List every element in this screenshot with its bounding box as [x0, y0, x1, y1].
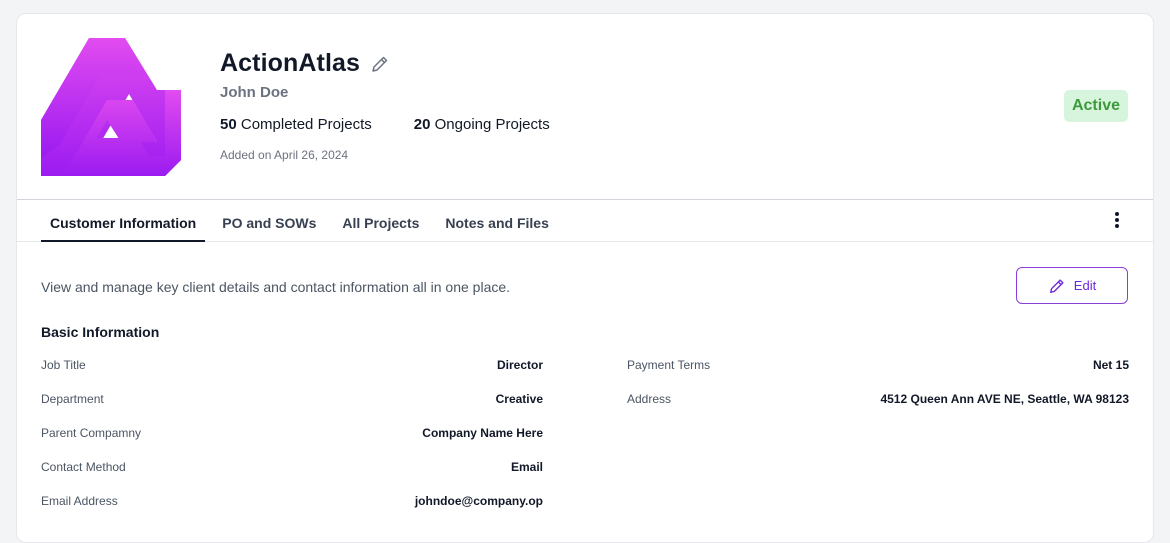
added-on-date: Added on April 26, 2024: [220, 148, 349, 162]
section-title: Basic Information: [41, 324, 160, 340]
info-row-payment-terms: Payment Terms Net 15: [627, 358, 1129, 392]
contact-name: John Doe: [220, 84, 289, 101]
info-value: Company Name Here: [422, 426, 543, 440]
info-label: Address: [627, 392, 672, 406]
tab-po-and-sows[interactable]: PO and SOWs: [213, 200, 325, 242]
info-label: Parent Compamny: [41, 426, 142, 440]
edit-button[interactable]: Edit: [1016, 267, 1128, 304]
basic-info-right: Payment Terms Net 15 Address 4512 Queen …: [627, 358, 1129, 426]
more-vertical-icon[interactable]: [1109, 210, 1125, 232]
completed-projects: 50 Completed Projects: [220, 116, 372, 133]
title-row: ActionAtlas: [220, 49, 390, 78]
info-row-contact-method: Contact Method Email: [41, 460, 543, 494]
info-value: johndoe@company.op: [414, 494, 543, 508]
info-value: Net 15: [1092, 358, 1129, 372]
info-value: 4512 Queen Ann AVE NE, Seattle, WA 98123: [880, 392, 1129, 406]
pencil-icon: [1049, 278, 1064, 293]
company-name: ActionAtlas: [220, 49, 361, 77]
customer-card: ActionAtlas John Doe 50 Completed Projec…: [16, 13, 1154, 543]
ongoing-projects: 20 Ongoing Projects: [414, 116, 550, 133]
completed-label: Completed Projects: [240, 116, 372, 133]
info-label: Department: [41, 392, 104, 406]
tab-customer-information[interactable]: Customer Information: [41, 200, 206, 242]
info-row-department: Department Creative: [41, 392, 543, 426]
info-label: Payment Terms: [627, 358, 711, 372]
info-value: Email: [510, 460, 543, 474]
info-label: Job Title: [41, 358, 86, 372]
panel-description: View and manage key client details and c…: [41, 279, 511, 295]
basic-info-left: Job Title Director Department Creative P…: [41, 358, 543, 528]
info-row-parent-company: Parent Compamny Company Name Here: [41, 426, 543, 460]
info-label: Email Address: [41, 494, 118, 508]
tab-bar: Customer Information PO and SOWs All Pro…: [17, 200, 1153, 242]
pencil-icon[interactable]: [370, 54, 390, 74]
info-value: Creative: [495, 392, 543, 406]
project-stats: 50 Completed Projects 20 Ongoing Project…: [220, 116, 550, 133]
ongoing-count: 20: [413, 116, 431, 133]
info-row-email-address: Email Address johndoe@company.op: [41, 494, 543, 528]
ongoing-label: Ongoing Projects: [434, 116, 550, 133]
tab-notes-and-files[interactable]: Notes and Files: [436, 200, 557, 242]
info-row-job-title: Job Title Director: [41, 358, 543, 392]
edit-button-label: Edit: [1073, 278, 1097, 293]
info-value: Director: [496, 358, 543, 372]
info-label: Contact Method: [41, 460, 126, 474]
status-badge: Active: [1063, 90, 1128, 122]
info-row-address: Address 4512 Queen Ann AVE NE, Seattle, …: [627, 392, 1129, 426]
company-logo: [41, 38, 181, 176]
tab-list: Customer Information PO and SOWs All Pro…: [41, 200, 566, 242]
customer-header: ActionAtlas John Doe 50 Completed Projec…: [17, 14, 1153, 200]
tab-all-projects[interactable]: All Projects: [333, 200, 428, 242]
completed-count: 50: [220, 116, 237, 133]
